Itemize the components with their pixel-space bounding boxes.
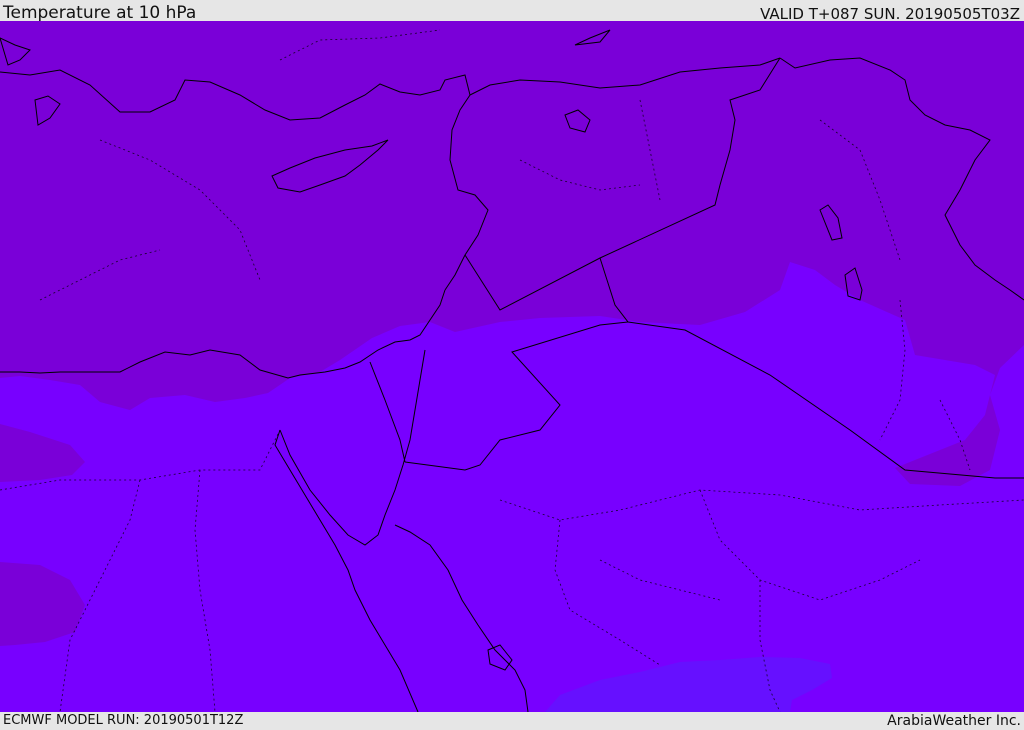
model-run: ECMWF MODEL RUN: 20190501T12Z (3, 713, 244, 728)
footer-bar: ECMWF MODEL RUN: 20190501T12Z ArabiaWeat… (0, 712, 1024, 729)
credit-text: ArabiaWeather Inc. (887, 713, 1021, 729)
map-title: Temperature at 10 hPa (3, 3, 197, 23)
map-canvas (0, 21, 1024, 712)
header-bar: Temperature at 10 hPa VALID T+087 SUN. 2… (0, 0, 1024, 23)
weather-map[interactable] (0, 21, 1024, 712)
colder-blob (697, 266, 721, 284)
